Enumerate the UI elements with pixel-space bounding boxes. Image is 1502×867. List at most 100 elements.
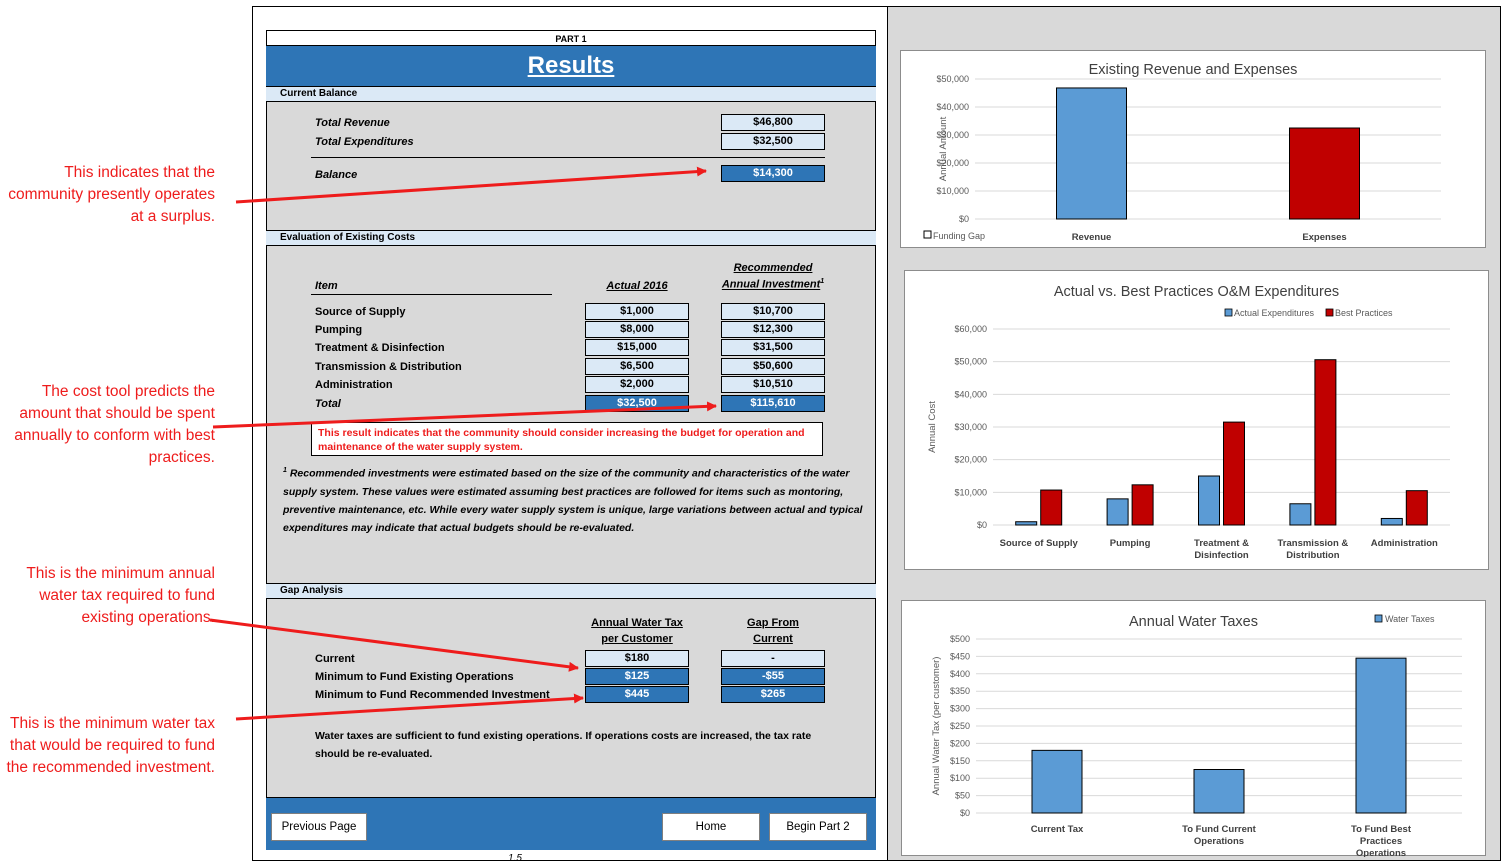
- y-tick-label: $20,000: [954, 455, 987, 465]
- gap-row-label: Minimum to Fund Recommended Investment: [315, 689, 550, 701]
- chart-3-plot: $0 $50 $100 $150 $200 $250 $300 $350 $400 $450 $50…: [931, 614, 1462, 857]
- eval-item-label: Pumping: [315, 324, 363, 337]
- total-recommended-value: $115,610: [721, 395, 825, 412]
- annotation-min-tax-existing: This is the minimum annual water tax req…: [26, 565, 215, 626]
- col-gap-header: Gap From Current: [747, 617, 799, 645]
- y-tick-label: $60,000: [954, 324, 987, 334]
- gap-diff-value: $265: [721, 686, 825, 703]
- y-tick-label: $250: [950, 721, 970, 731]
- part-label: PART 1: [266, 30, 876, 46]
- bar: [1405, 490, 1428, 526]
- x-category-label: To Fund Best Practices Operations: [1351, 824, 1412, 857]
- legend-label: Water Taxes: [1385, 614, 1435, 624]
- y-axis-label: Annual Cost: [927, 401, 938, 453]
- col-tax-header: Annual Water Tax per Customer: [591, 617, 683, 645]
- total-actual-value: $32,500: [585, 395, 689, 412]
- eval-recommended-value: $50,600: [721, 357, 825, 375]
- total-expenditures-label: Total Expenditures: [315, 136, 414, 148]
- total-label: Total: [315, 398, 341, 410]
- bar: [1031, 749, 1083, 814]
- bar: [1223, 421, 1245, 526]
- y-tick-label: $0: [959, 214, 969, 224]
- eval-actual-value: $2,000: [585, 375, 689, 393]
- eval-actual-value: $15,000: [585, 339, 689, 357]
- x-category-label: Treatment & Disinfection: [1194, 538, 1249, 561]
- gap-tax-value: $180: [585, 650, 689, 667]
- total-expenditures-value: $32,500: [721, 133, 825, 150]
- legend-swatch: [1374, 614, 1383, 623]
- y-tick-label: $50: [955, 791, 970, 801]
- gap-diff-value: -$55: [721, 668, 825, 685]
- eval-actual-value: $1,000: [585, 303, 689, 320]
- total-revenue-label: Total Revenue: [315, 117, 390, 129]
- chart-1-plot: $0$10,000$20,000$30,000$40,000$50,000Ann…: [923, 74, 1441, 243]
- col-item-header: Item: [315, 280, 338, 292]
- x-category-label: Current Tax: [1031, 824, 1084, 835]
- y-tick-label: $10,000: [936, 186, 969, 196]
- gap-tax-value: $125: [585, 668, 689, 685]
- evaluation-message: This result indicates that the community…: [311, 422, 823, 456]
- chart-2-plot: $0 $10,000 $20,000 $30,000 $40,000 $50,000 $60…: [927, 308, 1450, 561]
- bar: [1131, 484, 1154, 526]
- y-tick-label: $30,000: [954, 422, 987, 432]
- balance-rule: [311, 157, 825, 158]
- legend-swatch: [1325, 308, 1334, 317]
- y-tick-label: $450: [950, 651, 970, 661]
- col-actual-header: Actual 2016: [606, 280, 668, 292]
- home-button[interactable]: Home: [662, 813, 760, 841]
- bar: [1015, 521, 1038, 526]
- section-evaluation: Evaluation of Existing Costs: [266, 230, 876, 246]
- bar: [1056, 87, 1127, 220]
- y-tick-label: $150: [950, 756, 970, 766]
- y-tick-label: $50,000: [954, 357, 987, 367]
- eval-item-label: Source of Supply: [315, 306, 406, 318]
- legend-label: Funding Gap: [933, 231, 985, 241]
- bar: [1198, 475, 1220, 526]
- y-tick-label: $100: [950, 773, 970, 783]
- previous-page-button[interactable]: Previous Page: [271, 813, 367, 841]
- gap-tax-value: $445: [585, 686, 689, 703]
- bar: [1355, 657, 1407, 814]
- eval-recommended-value: $12,300: [721, 321, 825, 339]
- x-category-label: Revenue: [1072, 232, 1112, 243]
- x-category-label: To Fund Current Operations: [1182, 824, 1257, 847]
- y-tick-label: $300: [950, 704, 970, 714]
- section-current-balance: Current Balance: [266, 86, 876, 102]
- bar: [1040, 489, 1063, 526]
- bar: [1289, 503, 1312, 526]
- eval-item-label: Treatment & Disinfection: [315, 342, 445, 355]
- x-category-label: Transmission & Distribution: [1278, 538, 1349, 561]
- eval-recommended-value: $10,510: [721, 375, 825, 393]
- legend-label: Actual Expenditures: [1234, 308, 1315, 318]
- eval-item-label: Administration: [315, 378, 393, 391]
- gap-message: Water taxes are sufficient to fund exist…: [315, 730, 812, 760]
- y-tick-label: $200: [950, 738, 970, 748]
- bar: [1193, 769, 1245, 814]
- chart-revenue-expenses: Existing Revenue and Expenses $0 $10,000 $…: [900, 50, 1486, 248]
- y-tick-label: $0: [977, 520, 987, 530]
- gap-diff-value: -: [721, 650, 825, 667]
- y-tick-label: $350: [950, 686, 970, 696]
- y-tick-label: $400: [950, 669, 970, 679]
- item-header-rule: [311, 294, 552, 295]
- chart-water-taxes: Annual Water Taxes $0 $50 $100 $150 $200 $250…: [901, 600, 1486, 857]
- begin-part-2-button[interactable]: Begin Part 2: [769, 813, 867, 841]
- eval-recommended-value: $10,700: [721, 303, 825, 320]
- gap-row-label: Current: [315, 653, 355, 665]
- legend-swatch: [923, 230, 932, 239]
- legend-swatch: [1224, 308, 1233, 317]
- page-title: Results: [266, 46, 876, 86]
- y-tick-label: $40,000: [954, 389, 987, 399]
- stage: This indicates that the community presen…: [0, 0, 1502, 867]
- footnote: 1 Recommended investments were estimated…: [283, 467, 863, 534]
- y-tick-label: $0: [960, 808, 970, 818]
- y-tick-label: $40,000: [936, 102, 969, 112]
- eval-actual-value: $6,500: [585, 357, 689, 375]
- y-axis-label: Annual Amount: [938, 116, 949, 181]
- y-tick-label: $10,000: [954, 487, 987, 497]
- bar: [1289, 127, 1360, 220]
- total-revenue-value: $46,800: [721, 114, 825, 131]
- eval-actual-value: $8,000: [585, 321, 689, 339]
- page-number: 1.5: [508, 853, 522, 864]
- bar: [1106, 498, 1129, 526]
